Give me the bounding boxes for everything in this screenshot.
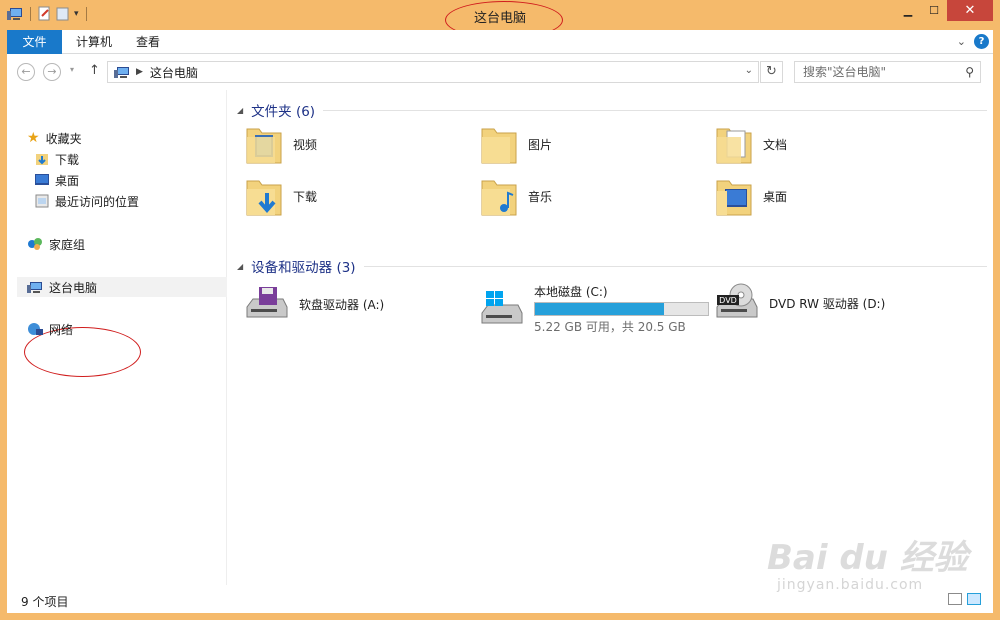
baidu-watermark: Bai du 经验 jingyan.baidu.com [767,530,977,593]
search-icon[interactable]: ⚲ [965,62,974,82]
drive-local-c[interactable]: 本地磁盘 (C:) 5.22 GB 可用，共 20.5 GB [480,283,709,335]
video-folder-icon [246,128,282,164]
minimize-button[interactable]: ▁ [895,0,921,21]
folder-label: 视频 [293,137,318,152]
nav-network-label: 网络 [49,322,74,337]
folder-music[interactable]: 音乐 [480,175,552,217]
nav-downloads-label: 下载 [55,152,80,167]
folder-label: 音乐 [528,189,553,204]
disk-usage-bar [534,302,709,316]
nav-homegroup[interactable]: 家庭组 [27,234,85,254]
devices-group-header[interactable]: ◢ 设备和驱动器 (3) [237,256,987,276]
forward-button[interactable]: → [43,63,61,81]
homegroup-icon [28,238,42,250]
recent-locations-icon[interactable]: ▾ [70,65,74,74]
address-dropdown-icon[interactable]: ⌄ [745,65,753,76]
recent-places-icon [35,194,49,208]
nav-recent-label: 最近访问的位置 [55,194,140,209]
help-icon[interactable]: ? [974,34,989,49]
search-input[interactable]: 搜索"这台电脑" ⚲ [794,61,981,83]
tab-computer[interactable]: 计算机 [62,30,126,54]
svg-text:DVD: DVD [719,296,737,305]
nav-downloads[interactable]: 下载 [35,149,79,169]
devices-header: 设备和驱动器 (3) [251,260,356,276]
nav-favorites-label: 收藏夹 [45,131,82,146]
nav-desktop[interactable]: 桌面 [35,170,79,190]
desktop-folder-icon [716,180,752,216]
breadcrumb-this-pc[interactable]: 这台电脑 [150,64,198,81]
drive-label: 软盘驱动器 (A:) [299,297,385,312]
expand-ribbon-icon[interactable]: ⌄ [957,35,966,48]
network-icon [28,323,43,335]
address-row: ← → ▾ ↑ ▶ 这台电脑 ⌄ ↻ 搜索"这台电脑" ⚲ [7,54,993,90]
star-icon: ★ [27,130,40,146]
breadcrumb-chevron-icon[interactable]: ▶ [136,67,143,77]
watermark-main: Bai du 经验 [767,538,968,578]
window-title: 这台电脑 [473,11,526,26]
music-folder-icon [481,180,517,216]
watermark-sub: jingyan.baidu.com [777,577,924,593]
folders-group-header[interactable]: ◢ 文件夹 (6) [237,100,987,120]
computer-icon [27,281,42,293]
tiles-view-icon[interactable] [967,593,981,605]
ribbon-right-controls: ⌄ ? [957,34,989,49]
item-count: 9 个项目 [21,595,69,609]
folder-desktop[interactable]: 桌面 [715,175,787,217]
folder-downloads[interactable]: 下载 [245,175,317,217]
nav-network[interactable]: 网络 [27,319,73,339]
nav-favorites[interactable]: ★ 收藏夹 [27,128,82,148]
nav-homegroup-label: 家庭组 [49,237,86,252]
tab-view[interactable]: 查看 [122,30,174,54]
client-area: 文件 计算机 查看 ⌄ ? ← → ▾ ↑ ▶ 这台电脑 ⌄ ↻ 搜索"这台电脑… [7,30,993,613]
drive-dvd[interactable]: DVD DVD RW 驱动器 (D:) [715,283,885,323]
collapse-icon[interactable]: ◢ [237,106,243,115]
disk-free-text: 5.22 GB 可用，共 20.5 GB [534,320,686,334]
ribbon-tabs: 文件 计算机 查看 ⌄ ? [7,30,993,54]
downloads-folder-icon [246,180,282,216]
folder-label: 文档 [763,137,788,152]
nav-recent-places[interactable]: 最近访问的位置 [35,191,139,211]
group-divider [323,109,987,111]
folders-header: 文件夹 (6) [251,104,316,120]
title-bar: ▾ 这台电脑 ▁ ☐ ✕ [0,0,1000,39]
folder-label: 桌面 [763,189,788,204]
details-view-icon[interactable] [948,593,962,605]
downloads-folder-icon [36,154,48,165]
maximize-button[interactable]: ☐ [921,0,947,21]
dvd-drive-icon: DVD [716,283,758,318]
floppy-drive-icon [246,287,288,318]
navigation-pane: ★ 收藏夹 下载 桌面 最近访问的位置 家庭组 这台电脑 网络 [7,90,227,585]
group-divider [363,265,987,267]
close-button[interactable]: ✕ [947,0,993,21]
nav-desktop-label: 桌面 [55,173,80,188]
nav-this-pc-label: 这台电脑 [49,280,98,295]
nav-this-pc[interactable]: 这台电脑 [17,277,227,297]
pictures-folder-icon [481,128,517,164]
folder-pictures[interactable]: 图片 [480,123,552,165]
view-toggle [948,593,981,605]
refresh-button[interactable]: ↻ [760,61,783,83]
drive-info: 本地磁盘 (C:) 5.22 GB 可用，共 20.5 GB [534,283,709,335]
collapse-icon[interactable]: ◢ [237,262,243,271]
drive-label: DVD RW 驱动器 (D:) [769,296,886,311]
folder-videos[interactable]: 视频 [245,123,317,165]
disk-usage-fill [535,303,664,315]
up-arrow-icon[interactable]: ↑ [89,63,100,78]
window-controls: ▁ ☐ ✕ [895,0,993,21]
back-button[interactable]: ← [17,63,35,81]
desktop-icon [35,174,49,185]
folder-label: 图片 [528,137,553,152]
search-placeholder: 搜索"这台电脑" [803,65,887,79]
drive-label: 本地磁盘 (C:) [534,285,608,299]
folder-label: 下载 [293,189,318,204]
address-bar[interactable]: ▶ 这台电脑 ⌄ [107,61,759,83]
folder-documents[interactable]: 文档 [715,123,787,165]
computer-icon [114,66,129,78]
drive-floppy[interactable]: 软盘驱动器 (A:) [245,285,384,323]
explorer-window: ▾ 这台电脑 ▁ ☐ ✕ 文件 计算机 查看 ⌄ ? ← → ▾ ↑ ▶ 这台电… [0,0,1000,620]
documents-folder-icon [716,128,752,164]
windows-disk-icon [481,291,523,324]
content-pane: ◢ 文件夹 (6) 视频 图片 文档 下载 音乐 桌面 ◢ 设备和驱动器 (3)… [227,90,993,585]
tab-file[interactable]: 文件 [7,30,62,54]
